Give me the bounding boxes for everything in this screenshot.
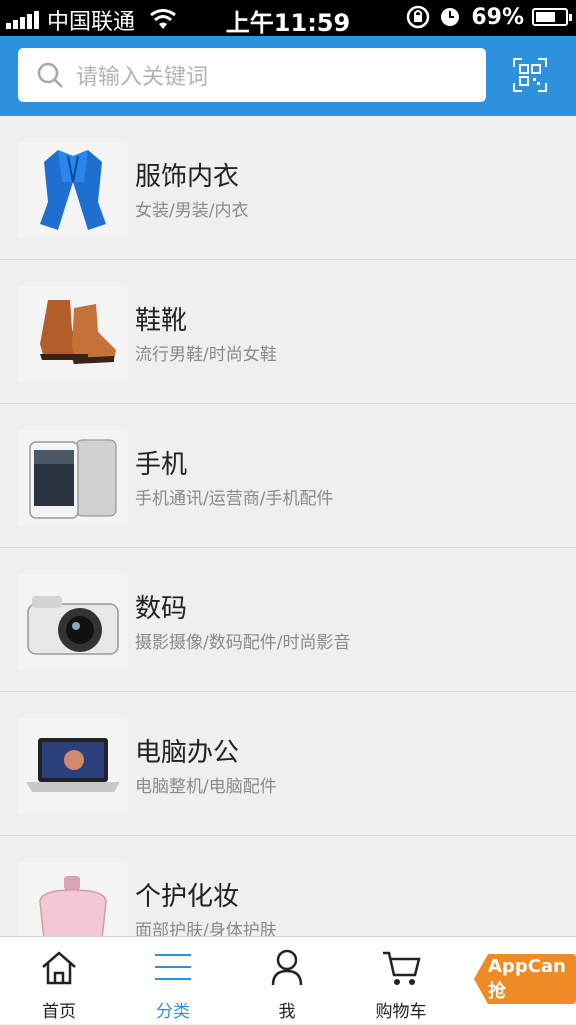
search-bar[interactable]: 请输入关键词 xyxy=(18,48,486,102)
search-placeholder: 请输入关键词 xyxy=(76,65,209,90)
battery-percent: 69% xyxy=(471,4,524,30)
search-icon xyxy=(37,62,63,88)
tab-label: 分类 xyxy=(156,1002,190,1022)
perfume-image xyxy=(18,862,128,936)
status-bar: 中国联通 上午11:59 69% xyxy=(0,0,576,37)
category-title: 电脑办公 xyxy=(135,738,240,768)
tab-label: 我 xyxy=(278,1002,296,1022)
tab-label: 购物车 xyxy=(375,1002,427,1022)
category-item-cosmetics[interactable]: 个护化妆 面部护肤/身体护肤 xyxy=(0,836,576,936)
tab-me[interactable]: 我 xyxy=(242,937,332,1025)
person-icon xyxy=(271,949,303,986)
list-icon xyxy=(155,954,191,980)
laptop-image xyxy=(18,718,128,814)
tab-category[interactable]: 分类 xyxy=(128,937,218,1025)
category-subtitle: 手机通讯/运营商/手机配件 xyxy=(135,489,334,509)
category-list: 服饰内衣 女装/男装/内衣 鞋靴 流行男鞋/时尚女鞋 手机 手机通讯/运营商/手… xyxy=(0,116,576,936)
clothing-image xyxy=(18,142,128,238)
category-title: 鞋靴 xyxy=(135,306,188,336)
tab-label: 首页 xyxy=(42,1002,76,1022)
category-subtitle: 摄影摄像/数码配件/时尚影音 xyxy=(135,633,351,653)
category-subtitle: 流行男鞋/时尚女鞋 xyxy=(135,345,277,365)
category-subtitle: 电脑整机/电脑配件 xyxy=(135,777,277,797)
category-title: 服饰内衣 xyxy=(135,162,240,192)
category-title: 数码 xyxy=(135,594,188,624)
alarm-icon xyxy=(441,8,460,26)
header: 请输入关键词 xyxy=(0,36,576,116)
home-icon xyxy=(42,951,76,985)
cart-icon xyxy=(383,951,421,985)
category-item-clothing[interactable]: 服饰内衣 女装/男装/内衣 xyxy=(0,116,576,260)
appcan-promo-badge[interactable]: AppCan抢 xyxy=(474,954,576,1004)
phone-image xyxy=(18,430,128,526)
category-item-computer[interactable]: 电脑办公 电脑整机/电脑配件 xyxy=(0,692,576,836)
qr-scan-icon[interactable] xyxy=(513,58,547,92)
category-title: 手机 xyxy=(135,450,188,480)
category-title: 个护化妆 xyxy=(135,882,240,912)
rotation-lock-icon xyxy=(407,5,430,29)
category-item-phone[interactable]: 手机 手机通讯/运营商/手机配件 xyxy=(0,404,576,548)
camera-image xyxy=(18,574,128,670)
tab-home[interactable]: 首页 xyxy=(14,937,104,1025)
shoes-image xyxy=(18,286,128,382)
category-item-digital[interactable]: 数码 摄影摄像/数码配件/时尚影音 xyxy=(0,548,576,692)
tab-cart[interactable]: 购物车 xyxy=(356,937,446,1025)
category-subtitle: 面部护肤/身体护肤 xyxy=(135,921,277,936)
status-right: 69% xyxy=(405,4,572,30)
category-item-shoes[interactable]: 鞋靴 流行男鞋/时尚女鞋 xyxy=(0,260,576,404)
category-subtitle: 女装/男装/内衣 xyxy=(135,201,249,221)
battery-icon xyxy=(532,8,572,26)
